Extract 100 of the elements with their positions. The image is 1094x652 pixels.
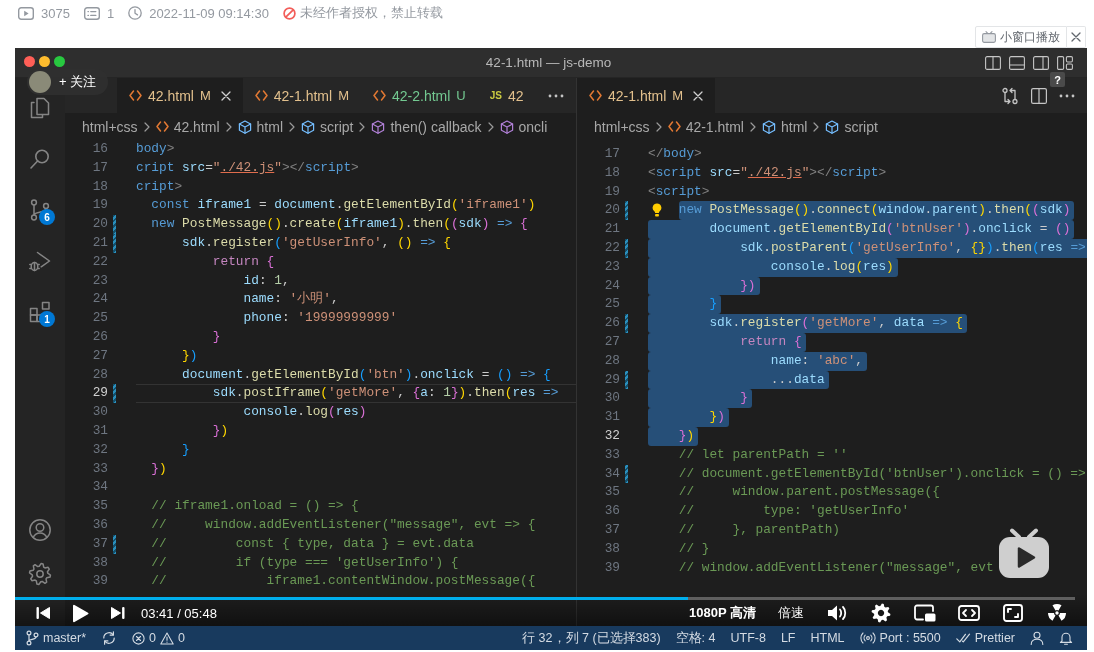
breadcrumb-item[interactable]: html — [237, 118, 283, 135]
line-number: 37 — [603, 520, 620, 539]
progress-track[interactable] — [15, 597, 1075, 600]
volume-icon — [827, 604, 847, 622]
notification-badge: 1 — [39, 311, 55, 327]
chevron-icon — [289, 121, 295, 132]
zoom-window-button[interactable] — [54, 56, 65, 67]
code-line: // }, parentPath) — [678, 520, 840, 539]
line-number: 22 — [91, 252, 108, 271]
close-window-button[interactable] — [24, 56, 35, 67]
comment-icon — [83, 6, 100, 20]
follow-button[interactable]: + 关注 — [27, 69, 109, 95]
code-line: </body> — [648, 145, 702, 163]
skip-back-icon — [36, 606, 50, 620]
line-number: 19 — [603, 182, 620, 201]
split-editor-icon[interactable] — [1031, 87, 1047, 104]
line-number: 34 — [91, 478, 108, 497]
line-number: 36 — [603, 502, 620, 521]
branch-status[interactable]: master* — [25, 630, 87, 646]
live-server-status[interactable]: Port : 5500 — [859, 631, 941, 645]
settings-button[interactable] — [870, 602, 892, 624]
breadcrumb-item[interactable]: html+css — [82, 118, 138, 135]
sync-icon[interactable] — [102, 631, 117, 645]
line-number: 26 — [603, 314, 620, 333]
line-ending-status[interactable]: LF — [780, 631, 796, 645]
cube-icon — [499, 119, 514, 134]
bell-icon[interactable] — [1059, 631, 1073, 645]
code-line: }) — [212, 421, 229, 440]
close-icon[interactable] — [693, 90, 704, 101]
line-number: 30 — [603, 389, 620, 408]
widescreen-icon — [958, 605, 980, 621]
line-number: 23 — [91, 271, 108, 290]
two-column-layout-icon[interactable] — [985, 55, 1001, 70]
code-line: // const { type, data } = evt.data — [151, 534, 474, 553]
layout-grid-icon[interactable] — [1057, 55, 1073, 70]
line-number: 20 — [603, 201, 620, 220]
lightbulb-icon[interactable] — [652, 203, 662, 218]
angle-brackets-icon — [667, 121, 681, 132]
account-icon[interactable] — [28, 518, 52, 542]
encoding-status[interactable]: UTF-8 — [730, 631, 766, 645]
minimize-window-button[interactable] — [39, 56, 50, 67]
line-number: 29 — [603, 370, 620, 389]
breadcrumb-item[interactable]: 42.html — [155, 118, 220, 135]
cube-icon — [301, 119, 315, 134]
mini-player-button[interactable]: 小窗口播放 — [975, 26, 1067, 48]
settings-icon[interactable] — [28, 562, 52, 586]
person-icon[interactable] — [1030, 631, 1044, 645]
extensions-icon[interactable] — [28, 299, 52, 324]
close-button[interactable] — [1067, 26, 1086, 48]
breadcrumb-item[interactable]: html+css — [594, 118, 650, 135]
trefoil-button[interactable] — [1046, 602, 1068, 624]
code-line: return { — [212, 252, 275, 271]
widescreen-button[interactable] — [958, 602, 980, 624]
playback-time: 03:41 / 05:48 — [141, 605, 217, 621]
cursor-position[interactable]: 行 32，列 7 (已选择383) — [522, 629, 661, 647]
files-icon[interactable] — [28, 95, 52, 120]
code-line: // window.addEventListener("message", evt => { — [151, 515, 536, 534]
editor-tab[interactable]: JS 42 — [477, 78, 536, 113]
bottom-panel-icon[interactable] — [1009, 55, 1025, 70]
cube-icon — [237, 119, 252, 134]
chevron-icon — [225, 121, 232, 132]
big-play-button[interactable] — [997, 528, 1051, 580]
breadcrumb-item[interactable]: then() callback — [371, 118, 482, 135]
breadcrumb-item[interactable]: html — [762, 118, 808, 135]
comment-count: 1 — [106, 5, 115, 21]
code-line: phone: '19999999999' — [243, 309, 398, 328]
close-icon[interactable] — [220, 90, 231, 101]
problems-status[interactable]: 0 0 — [132, 631, 185, 645]
breadcrumb-item[interactable]: script — [301, 118, 354, 135]
source-control-icon[interactable] — [28, 197, 52, 222]
editor-tab[interactable]: 42-2.html U — [360, 78, 478, 113]
breadcrumb-item[interactable]: script — [825, 118, 878, 135]
code-line: <script> — [648, 182, 710, 201]
line-number: 24 — [91, 290, 108, 309]
speed-button[interactable]: 倍速 — [778, 604, 804, 622]
quality-button[interactable]: 1080P 高清 — [689, 604, 756, 622]
help-badge[interactable]: ? — [1050, 72, 1065, 87]
more-icon[interactable] — [1059, 93, 1075, 98]
code-line: sdk.postIframe('getMore', {a: 1}).then(res => — [212, 384, 559, 403]
angle-brackets-icon — [254, 90, 268, 101]
indentation-status[interactable]: 空格: 4 — [675, 629, 716, 647]
formatter-status[interactable]: Prettier — [955, 631, 1015, 645]
code-line: cript src="./42.js"></script> — [136, 158, 359, 177]
picture-in-picture-button[interactable] — [914, 602, 936, 624]
line-number: 37 — [91, 534, 108, 553]
compare-changes-icon[interactable] — [1001, 86, 1019, 105]
right-panel-icon[interactable] — [1033, 55, 1049, 70]
more-icon[interactable] — [548, 93, 564, 98]
breadcrumb-item[interactable]: oncli — [499, 118, 548, 135]
breadcrumb-item[interactable]: 42-1.html — [667, 118, 744, 135]
code-line: new PostMessage().create(iframe1).then((sdk) => { — [151, 215, 528, 234]
line-number: 28 — [603, 351, 620, 370]
language-status[interactable]: HTML — [810, 631, 845, 645]
editor-tab[interactable]: 42.html M — [117, 78, 243, 113]
play-pause-button[interactable] — [72, 602, 89, 624]
code-line: // if (type === 'getUserInfo') { — [151, 553, 459, 572]
chevron-icon — [813, 121, 820, 132]
fullscreen-button[interactable] — [1002, 602, 1024, 624]
editor-tab[interactable]: 42-1.html M — [242, 78, 361, 113]
editor-tab[interactable]: 42-1.html M — [577, 78, 716, 113]
